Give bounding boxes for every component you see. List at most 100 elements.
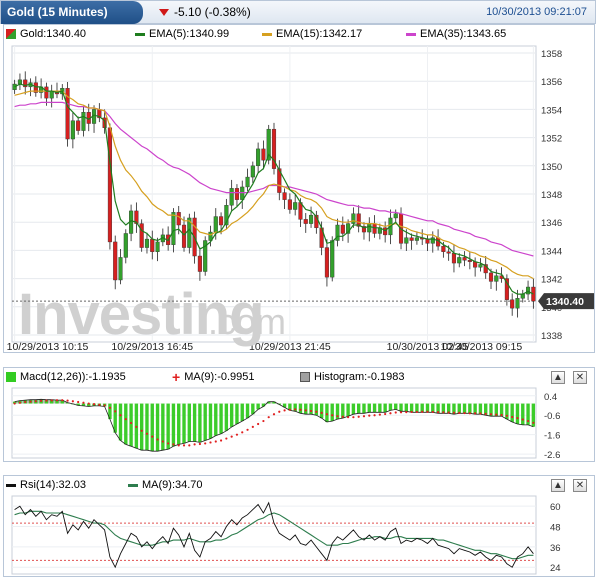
macd-ma-point (484, 412, 487, 415)
macd-panel: Macd(12,26)):-1.1935 + MA(9):-0.9951 His… (3, 367, 595, 462)
rsi-collapse-button[interactable]: ▲ (551, 479, 565, 492)
macd-chart[interactable]: 0.4 -0.6 -1.6 -2.6 (4, 386, 594, 462)
bearish-candle (488, 272, 494, 282)
bullish-candle (155, 241, 160, 252)
ema15-swatch (262, 32, 272, 36)
bullish-candle (330, 240, 335, 278)
macd-bar (139, 403, 144, 451)
rsi-chart[interactable]: 60 48 36 24 (4, 494, 594, 577)
last-update-time: 10/30/2013 09:21:07 (486, 6, 587, 18)
bearish-candle (287, 199, 292, 210)
macd-bar (510, 403, 514, 423)
macd-ma-point (331, 414, 334, 417)
macd-ma-point (294, 408, 297, 411)
bearish-candle (234, 188, 240, 200)
macd-bar (219, 403, 223, 434)
bullish-candle (70, 120, 75, 140)
bullish-candle (49, 90, 54, 99)
macd-ma-point (362, 415, 366, 418)
macd-ma-point (77, 400, 80, 404)
macd-bar (383, 403, 387, 413)
macd-ma-point (114, 410, 117, 413)
macd-bar (521, 403, 525, 425)
y-tick-label: 60 (550, 502, 561, 513)
macd-bar (150, 403, 154, 452)
y-tick-label: -0.6 (544, 411, 560, 422)
bearish-candle (409, 237, 414, 241)
macd-ma-point (347, 416, 350, 419)
y-tick-label: 1342 (541, 275, 562, 286)
price-change: -5.10 (-0.38%) (159, 5, 251, 19)
bullish-candle (17, 79, 22, 85)
bullish-candle (81, 112, 86, 131)
y-tick-label: 1350 (541, 162, 562, 173)
macd-ma-point (225, 437, 228, 440)
macd-ma-point (82, 401, 85, 404)
legend-macd-ma: + MA(9):-0.9951 (172, 369, 255, 385)
macd-ma-point (447, 411, 450, 414)
bearish-candle (510, 299, 515, 309)
macd-ma-point (167, 442, 170, 445)
macd-ma-point (161, 440, 164, 443)
macd-ma-point (405, 411, 408, 414)
macd-ma-point (262, 419, 265, 423)
x-tick-label: 10/30/2013 09:15 (440, 341, 522, 352)
legend-rsi-label: Rsi(14):32.03 (20, 479, 87, 491)
macd-bar (235, 403, 239, 424)
bearish-candle (340, 224, 345, 234)
macd-ma-point (251, 425, 254, 428)
macd-ma-point (172, 443, 175, 446)
legend-rsi: Rsi(14):32.03 (6, 479, 86, 491)
bearish-candle (451, 252, 457, 264)
macd-ma-point (193, 443, 196, 446)
macd-ma-point (421, 410, 424, 413)
macd-ma-point (267, 416, 270, 419)
macd-bar (367, 403, 371, 413)
legend-gold: Gold:1340.40 (6, 28, 86, 40)
rsi-ma-swatch (128, 483, 138, 487)
candle-icon (6, 29, 16, 39)
macd-bar (208, 403, 213, 439)
macd-ma-point (241, 431, 244, 434)
macd-ma-point (352, 416, 355, 419)
bullish-candle (526, 286, 531, 295)
rsi-legend: Rsi(14):32.03 MA(9):34.70 ▲ ✕ (4, 476, 594, 494)
macd-bar (214, 403, 218, 436)
plot-area (11, 387, 537, 459)
header-bar: Gold (15 Minutes) -5.10 (-0.38%) 10/30/2… (0, 0, 596, 24)
macd-bar (314, 403, 319, 416)
bearish-candle (462, 257, 467, 261)
legend-ema5-label: EMA(5):1340.99 (149, 28, 230, 40)
macd-bar (192, 403, 197, 442)
macd-bar (404, 403, 409, 412)
macd-ma-point (399, 411, 403, 414)
macd-ma-point (378, 413, 381, 416)
price-chart[interactable]: 1338134013421344134613481350135213541356… (4, 42, 594, 352)
y-tick-label: 1346 (541, 218, 562, 229)
macd-ma-point (283, 409, 286, 412)
macd-ma-point (103, 404, 106, 407)
y-tick-label: 48 (550, 523, 561, 534)
macd-ma-point (325, 413, 329, 416)
macd-close-button[interactable]: ✕ (573, 371, 587, 384)
plus-icon: + (172, 369, 181, 385)
bullish-candle (414, 237, 419, 241)
macd-ma-point (511, 415, 514, 419)
macd-ma-point (309, 409, 313, 413)
macd-ma-point (479, 412, 482, 415)
bullish-candle (404, 237, 409, 244)
macd-ma-point (214, 440, 217, 443)
down-arrow-icon (159, 8, 169, 16)
macd-ma-point (384, 412, 387, 416)
macd-bar (399, 403, 403, 412)
rsi-close-button[interactable]: ✕ (573, 479, 587, 492)
macd-ma-point (489, 413, 493, 416)
macd-ma-point (373, 414, 376, 417)
bearish-candle (44, 86, 49, 99)
macd-bar (145, 403, 149, 451)
bearish-candle (446, 251, 451, 254)
macd-ma-point (24, 400, 27, 404)
bullish-candle (515, 298, 520, 309)
macd-collapse-button[interactable]: ▲ (551, 371, 565, 384)
macd-ma-point (436, 411, 440, 414)
